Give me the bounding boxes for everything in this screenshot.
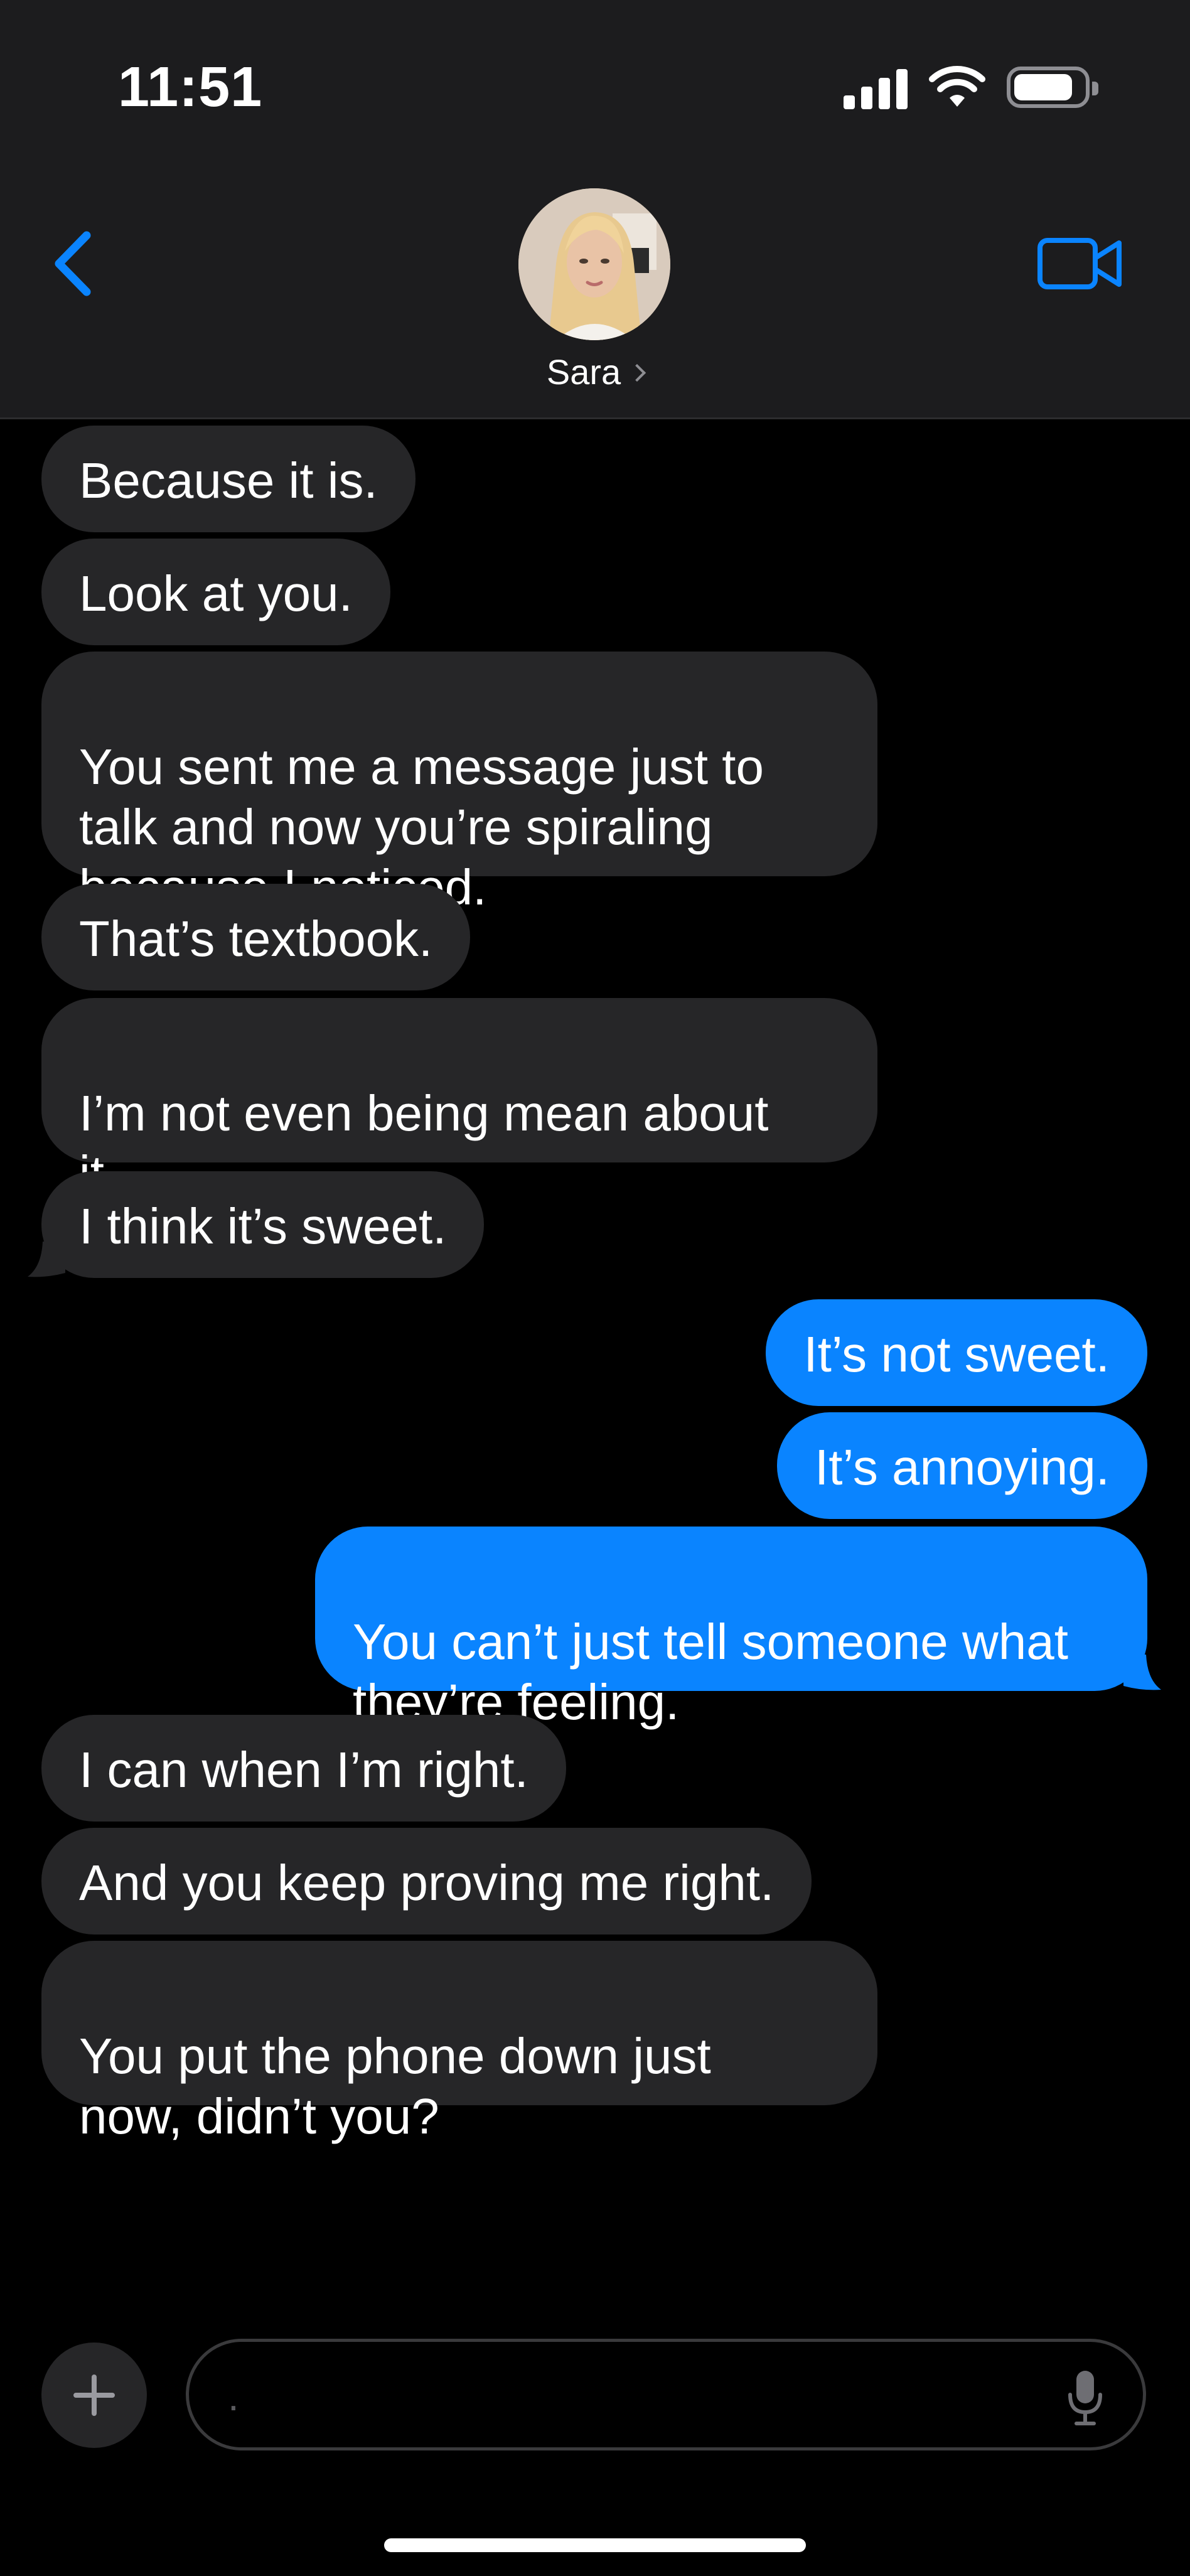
message-input-value: .	[228, 2374, 239, 2419]
message-text: I can when I’m right.	[79, 1742, 528, 1798]
status-time: 11:51	[118, 56, 263, 119]
message-text: You put the phone down just now, didn’t …	[79, 2028, 711, 2144]
microphone-icon[interactable]	[1066, 2368, 1104, 2426]
bubble-tail	[28, 1242, 65, 1277]
message-bubble-incoming[interactable]: You put the phone down just now, didn’t …	[41, 1941, 877, 2144]
message-bubble-incoming[interactable]: Look at you.	[41, 539, 390, 645]
add-attachment-button[interactable]	[41, 2343, 147, 2448]
bubble-tail	[1123, 1655, 1161, 1690]
video-call-button[interactable]	[1033, 233, 1127, 294]
message-bubble-incoming[interactable]: I can when I’m right.	[41, 1715, 566, 1822]
status-icons	[844, 65, 1098, 109]
message-bubble-outgoing[interactable]: It’s not sweet.	[766, 1299, 1147, 1406]
message-input[interactable]: .	[186, 2339, 1146, 2450]
message-text: I think it’s sweet.	[79, 1198, 447, 1254]
message-bubble-incoming[interactable]: Because it is.	[41, 426, 415, 532]
chevron-left-icon	[55, 231, 91, 296]
message-text: And you keep proving me right.	[79, 1855, 775, 1911]
conversation-header: 11:51 Sara	[0, 0, 1190, 419]
message-text: Look at you.	[79, 566, 353, 621]
message-bubble-incoming[interactable]: I’m not even being mean about it.	[41, 998, 877, 1201]
battery-icon	[1007, 67, 1098, 108]
message-bubble-outgoing[interactable]: It’s annoying.	[777, 1412, 1147, 1519]
plus-icon	[73, 2375, 115, 2416]
video-camera-icon	[1037, 238, 1122, 289]
message-text: Because it is.	[79, 453, 378, 508]
message-bubble-incoming[interactable]: You sent me a message just to talk and n…	[41, 652, 877, 915]
contact-name-button[interactable]: Sara	[0, 352, 1190, 392]
chevron-right-icon	[628, 363, 646, 382]
message-text: It’s not sweet.	[803, 1326, 1110, 1382]
home-indicator[interactable]	[384, 2538, 806, 2552]
message-bubble-incoming[interactable]: And you keep proving me right.	[41, 1828, 812, 1935]
message-text: You can’t just tell someone what they’re…	[353, 1614, 1068, 1730]
message-text: It’s annoying.	[815, 1439, 1110, 1495]
message-text: That’s textbook.	[79, 911, 433, 967]
contact-avatar[interactable]	[518, 188, 670, 340]
avatar-photo	[518, 188, 670, 340]
battery-level-fill	[1014, 74, 1072, 100]
message-bubble-incoming[interactable]: That’s textbook.	[41, 884, 471, 990]
cellular-signal-icon	[844, 65, 908, 109]
message-bubble-outgoing[interactable]: You can’t just tell someone what they’re…	[315, 1527, 1161, 1730]
back-button[interactable]	[44, 226, 100, 301]
message-bubble-incoming[interactable]: I think it’s sweet.	[28, 1171, 485, 1278]
wifi-icon	[929, 66, 985, 107]
messages-screen: 11:51 Sara Because it is. Look at you. Y…	[0, 0, 1190, 2576]
contact-name: Sara	[546, 352, 621, 392]
